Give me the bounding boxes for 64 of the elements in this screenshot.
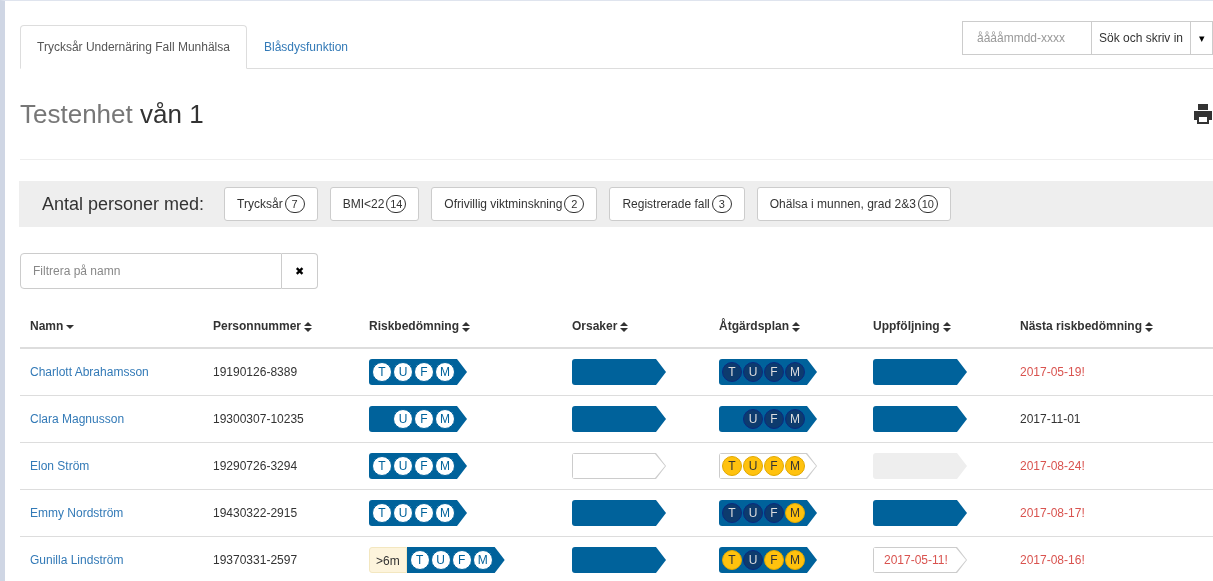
tab[interactable]: Trycksår Undernäring Fall Munhälsa: [20, 25, 247, 69]
column-header[interactable]: Nästa riskbedömning: [1020, 319, 1154, 333]
dropdown-button[interactable]: ▾: [1191, 21, 1213, 55]
patient-name-link[interactable]: Gunilla Lindström: [30, 553, 124, 567]
causes-tag[interactable]: [572, 406, 666, 432]
sort-icon[interactable]: [66, 324, 75, 329]
sort-icon[interactable]: [792, 321, 800, 332]
column-header[interactable]: Uppföljning: [873, 319, 951, 333]
risk-tag[interactable]: U F M: [369, 406, 467, 432]
plan-tag[interactable]: U F M: [719, 406, 817, 432]
personal-number: 19290726-3294: [213, 459, 298, 473]
ward-name: vån 1: [140, 98, 204, 129]
filter-button[interactable]: Registrerade fall 3: [609, 187, 745, 221]
next-assessment-date: 2017-05-19!: [1020, 365, 1085, 379]
next-assessment-date: 2017-08-24!: [1020, 459, 1085, 473]
patient-name-link[interactable]: Charlott Abrahamsson: [30, 365, 149, 379]
filter-button[interactable]: Ofrivillig viktminskning 2: [431, 187, 598, 221]
tab[interactable]: Blåsdysfunktion: [246, 25, 365, 69]
search-button[interactable]: Sök och skriv in: [1091, 21, 1191, 55]
patient-name-link[interactable]: Emmy Nordström: [30, 506, 124, 520]
sort-icon[interactable]: [942, 321, 951, 332]
plan-tag[interactable]: T U F M: [719, 453, 817, 479]
sort-icon[interactable]: [620, 321, 629, 332]
causes-tag[interactable]: [572, 547, 666, 573]
sort-icon[interactable]: [304, 321, 313, 332]
sort-icon[interactable]: [462, 321, 470, 332]
patient-name-link[interactable]: Elon Ström: [30, 459, 90, 473]
followup-tag[interactable]: [873, 359, 967, 385]
filter-button[interactable]: BMI<22 14: [329, 187, 420, 221]
plan-tag[interactable]: T U F M: [719, 500, 817, 526]
sort-icon[interactable]: [1145, 321, 1154, 332]
column-header[interactable]: Riskbedömning: [369, 319, 470, 333]
patient-name-link[interactable]: Clara Magnusson: [30, 412, 125, 426]
filter-button[interactable]: Ohälsa i munnen, grad 2&3 10: [756, 187, 951, 221]
clear-button[interactable]: ✖: [282, 253, 318, 289]
personal-number: 19370331-2597: [213, 553, 298, 567]
followup-tag[interactable]: [873, 500, 967, 526]
column-header[interactable]: Orsaker: [572, 319, 629, 333]
followup-tag[interactable]: [873, 406, 967, 432]
personal-number: 19190126-8389: [213, 365, 298, 379]
next-assessment-date: 2017-08-16!: [1020, 553, 1085, 567]
plan-tag[interactable]: T U F M: [719, 359, 817, 385]
print-icon[interactable]: [1193, 103, 1213, 125]
personal-number: 19300307-10235: [213, 412, 304, 426]
next-assessment-date: 2017-11-01: [1020, 412, 1081, 426]
name-filter-field[interactable]: Filtrera på namn: [20, 253, 282, 289]
risk-tag[interactable]: T U F M: [369, 500, 467, 526]
personal-number: 19430322-2915: [213, 506, 298, 520]
column-header[interactable]: Åtgärdsplan: [719, 319, 800, 333]
followup-tag[interactable]: 2017-05-11!: [873, 547, 967, 573]
column-header[interactable]: Namn: [30, 319, 75, 333]
risk-tag[interactable]: T U F M: [406, 547, 505, 573]
age-badge: >6m: [369, 547, 407, 573]
next-assessment-date: 2017-08-17!: [1020, 506, 1085, 520]
risk-tag[interactable]: T U F M: [369, 453, 467, 479]
risk-tag[interactable]: T U F M: [369, 359, 467, 385]
search-field[interactable]: ååååmmdd-xxxx: [961, 21, 1092, 55]
unit-name: Testenhet: [20, 98, 133, 129]
column-header[interactable]: Personnummer: [213, 319, 313, 333]
filter-button[interactable]: Trycksår 7: [224, 187, 318, 221]
causes-tag[interactable]: [572, 500, 666, 526]
causes-tag[interactable]: [572, 359, 666, 385]
summary-label: Antal personer med:: [42, 193, 205, 215]
plan-tag[interactable]: T U F M: [719, 547, 817, 573]
